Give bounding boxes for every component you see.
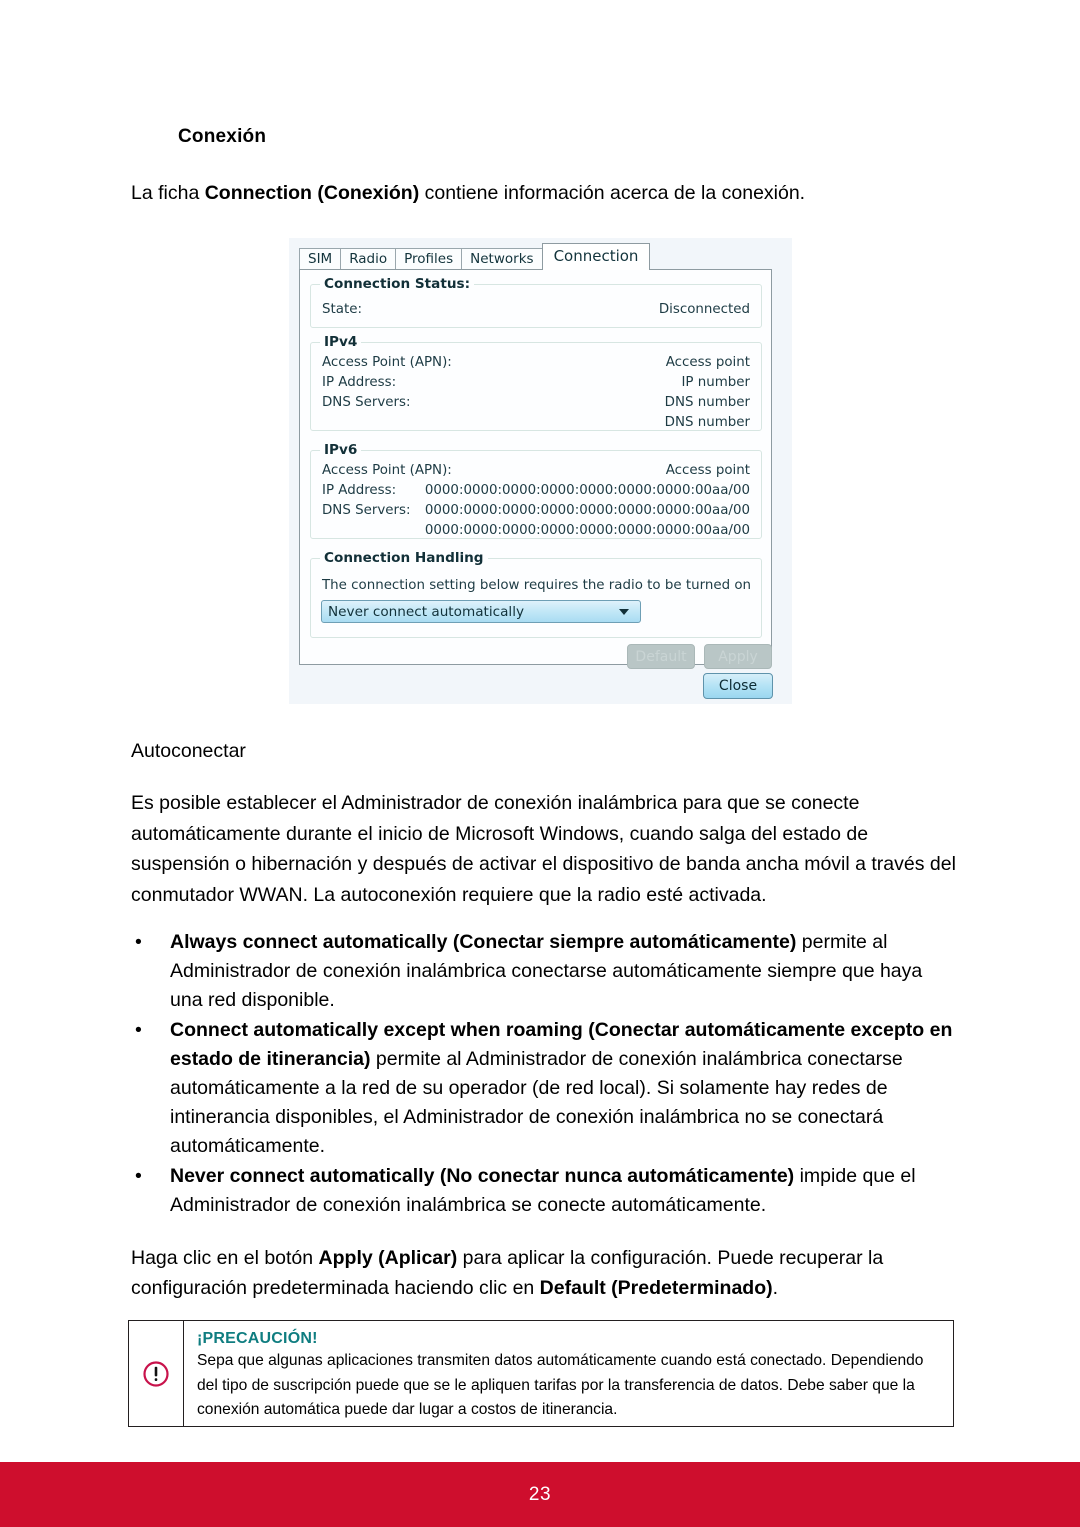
row-ipv6-ip-value: 0000:0000:0000:0000:0000:0000:0000:00aa/… — [424, 482, 750, 498]
autoconnect-options-list: • Always connect automatically (Conectar… — [131, 928, 957, 1220]
row-ipv4-ip-label: IP Address: — [322, 374, 397, 390]
intro-text-after: contiene información acerca de la conexi… — [419, 182, 806, 204]
group-connection-handling-title: Connection Handling — [320, 550, 488, 566]
exclamation-circle-icon — [143, 1360, 169, 1387]
footer-bar: 23 — [0, 1462, 1080, 1527]
row-state-value: Disconnected — [658, 301, 750, 317]
row-ipv4-dns-1-value: DNS number — [664, 394, 750, 410]
row-ipv6-dns-1-value: 0000:0000:0000:0000:0000:0000:0000:00aa/… — [424, 502, 750, 518]
apply-text-bold2: Default (Predeterminado) — [539, 1277, 773, 1299]
row-state: State: Disconnected — [322, 299, 750, 319]
caution-title: ¡PRECAUCIÓN! — [197, 1330, 318, 1347]
page-number: 23 — [528, 1483, 552, 1505]
bullet-icon: • — [135, 1164, 142, 1187]
list-item-term: Never connect automatically (No conectar… — [170, 1164, 795, 1187]
autoconnect-subtitle: Autoconectar — [131, 740, 246, 762]
dialog-tabstrip: SIM Radio Profiles Networks Connection — [299, 243, 651, 270]
tab-connection[interactable]: Connection — [541, 243, 651, 270]
bullet-icon: • — [135, 931, 142, 953]
caution-callout: ¡PRECAUCIÓN! Sepa que algunas aplicacion… — [128, 1320, 954, 1427]
auto-connect-dropdown[interactable]: Never connect automatically — [321, 600, 641, 623]
row-ipv6-dns-1: DNS Servers: 0000:0000:0000:0000:0000:00… — [322, 500, 750, 520]
group-ipv6-title: IPv6 — [320, 442, 362, 458]
apply-text-bold1: Apply (Aplicar) — [318, 1247, 458, 1269]
connection-handling-note: The connection setting below requires th… — [322, 578, 752, 593]
row-ipv4-apn-label: Access Point (APN): — [322, 354, 452, 370]
row-ipv6-apn: Access Point (APN): Access point — [322, 460, 750, 480]
row-ipv6-dns-1-label: DNS Servers: — [322, 502, 411, 518]
document-page: Conexión La ficha Connection (Conexión) … — [0, 0, 1080, 1527]
list-item-term: Always connect automatically (Conectar s… — [170, 931, 797, 953]
apply-button[interactable]: Apply — [704, 644, 772, 669]
row-ipv4-dns-2-value: DNS number — [664, 414, 750, 430]
row-ipv4-ip: IP Address: IP number — [322, 372, 750, 392]
row-state-label: State: — [322, 301, 362, 317]
row-ipv4-dns-2: DNS number — [322, 412, 750, 432]
group-ipv4-title: IPv4 — [320, 334, 362, 350]
row-ipv4-apn-value: Access point — [665, 354, 750, 370]
group-connection-status-title: Connection Status: — [320, 276, 475, 292]
row-ipv6-apn-value: Access point — [665, 462, 750, 478]
apply-paragraph: Haga clic en el botón Apply (Aplicar) pa… — [131, 1243, 961, 1303]
chevron-down-icon — [619, 608, 629, 615]
intro-paragraph: La ficha Connection (Conexión) contiene … — [131, 178, 951, 208]
group-ipv4: IPv4 Access Point (APN): Access point IP… — [310, 334, 762, 432]
page-title: Conexión — [178, 126, 267, 147]
caution-body: ¡PRECAUCIÓN! Sepa que algunas aplicacion… — [184, 1321, 953, 1426]
auto-connect-dropdown-value: Never connect automatically — [328, 603, 525, 620]
list-item: • Never connect automatically (No conect… — [131, 1162, 957, 1220]
connection-tab-panel: Connection Status: State: Disconnected I… — [299, 269, 772, 669]
autoconnect-paragraph: Es posible establecer el Administrador d… — [131, 792, 956, 906]
tab-profiles[interactable]: Profiles — [395, 248, 463, 269]
group-ipv6: IPv6 Access Point (APN): Access point IP… — [310, 442, 762, 540]
group-connection-handling: Connection Handling The connection setti… — [310, 550, 762, 638]
intro-text-before: La ficha — [131, 182, 205, 204]
list-item: • Always connect automatically (Conectar… — [131, 928, 957, 1016]
default-button[interactable]: Default — [627, 644, 695, 669]
connection-manager-dialog-screenshot: SIM Radio Profiles Networks Connection C… — [289, 238, 792, 704]
close-button[interactable]: Close — [703, 673, 773, 699]
bullet-icon: • — [135, 1018, 142, 1041]
tab-radio[interactable]: Radio — [340, 248, 397, 269]
list-item: • Connect automatically except when roam… — [131, 1016, 957, 1162]
row-ipv6-ip-label: IP Address: — [322, 482, 397, 498]
row-ipv6-dns-2-value: 0000:0000:0000:0000:0000:0000:0000:00aa/… — [424, 522, 750, 538]
row-ipv4-ip-value: IP number — [681, 374, 750, 390]
caution-text: Sepa que algunas aplicaciones transmiten… — [197, 1352, 924, 1418]
caution-icon-cell — [129, 1321, 184, 1426]
row-ipv4-apn: Access Point (APN): Access point — [322, 352, 750, 372]
apply-text-part3: . — [772, 1277, 779, 1299]
apply-text-part1: Haga clic en el botón — [131, 1247, 319, 1269]
tab-networks[interactable]: Networks — [461, 248, 543, 269]
row-ipv6-apn-label: Access Point (APN): — [322, 462, 452, 478]
group-connection-status: Connection Status: State: Disconnected — [310, 276, 762, 328]
intro-text-bold: Connection (Conexión) — [204, 182, 420, 204]
row-ipv4-dns-1-label: DNS Servers: — [322, 394, 411, 410]
row-ipv6-dns-2: 0000:0000:0000:0000:0000:0000:0000:00aa/… — [322, 520, 750, 540]
row-ipv4-dns-1: DNS Servers: DNS number — [322, 392, 750, 412]
row-ipv6-ip: IP Address: 0000:0000:0000:0000:0000:000… — [322, 480, 750, 500]
tab-sim[interactable]: SIM — [299, 248, 342, 269]
